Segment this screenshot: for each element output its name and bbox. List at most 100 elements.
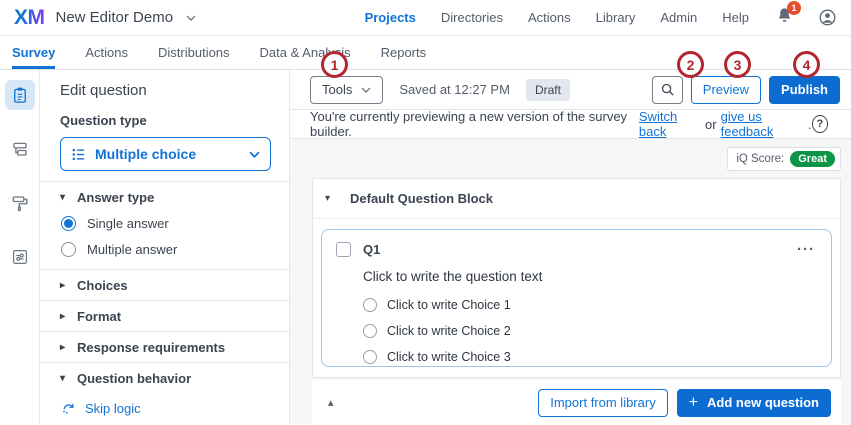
help-icon[interactable]: ? xyxy=(811,115,829,133)
preview-button[interactable]: Preview xyxy=(690,75,762,104)
multiple-answer-label: Multiple answer xyxy=(87,242,178,257)
iq-score-label: iQ Score: xyxy=(736,153,785,165)
choice-3-label: Click to write Choice 3 xyxy=(387,350,511,364)
panel-title: Edit question xyxy=(60,82,147,99)
tools-button[interactable]: Tools xyxy=(310,75,384,104)
question-menu-ellipsis-icon[interactable]: ··· xyxy=(797,242,815,257)
import-from-library-button[interactable]: Import from library xyxy=(538,388,668,417)
format-label: Format xyxy=(77,308,122,324)
skip-logic-link[interactable]: Skip logic xyxy=(61,401,271,416)
caret-down-icon: ▾ xyxy=(60,191,66,203)
question-type-dropdown[interactable]: Multiple choice xyxy=(60,137,271,171)
tab-actions[interactable]: Actions xyxy=(85,36,128,69)
question-block-card: ▾ Default Question Block Q1 ··· Click to… xyxy=(312,178,841,378)
editor-icon-rail xyxy=(0,70,40,424)
choice-row-3[interactable]: Click to write Choice 3 xyxy=(363,350,815,364)
banner-text: You're currently previewing a new versio… xyxy=(310,109,628,139)
choice-2-label: Click to write Choice 2 xyxy=(387,324,511,338)
project-chevron-down-icon[interactable] xyxy=(186,14,196,21)
survey-flow-rail-button[interactable] xyxy=(5,134,35,164)
question-choices: Click to write Choice 1 Click to write C… xyxy=(363,298,815,364)
tab-distributions[interactable]: Distributions xyxy=(158,36,230,69)
question-id: Q1 xyxy=(363,242,381,257)
answer-type-header[interactable]: ▾ Answer type xyxy=(60,189,271,205)
block-title[interactable]: Default Question Block xyxy=(350,191,493,206)
top-header: XM New Editor Demo Projects Directories … xyxy=(0,0,851,36)
chevron-down-icon xyxy=(361,86,371,93)
account-button[interactable] xyxy=(818,8,837,27)
annotation-circle-1: 1 xyxy=(321,51,348,78)
question-text-placeholder[interactable]: Click to write the question text xyxy=(363,269,815,284)
draft-status-badge: Draft xyxy=(525,78,570,101)
nav-projects[interactable]: Projects xyxy=(365,10,416,25)
give-feedback-link[interactable]: give us feedback xyxy=(721,109,808,139)
avatar-icon xyxy=(819,9,836,26)
question-behavior-header[interactable]: ▾ Question behavior xyxy=(60,370,271,386)
nav-help[interactable]: Help xyxy=(722,10,749,25)
survey-builder-rail-button[interactable] xyxy=(4,80,35,110)
answer-type-label: Answer type xyxy=(77,189,155,205)
search-icon xyxy=(661,83,674,96)
caret-right-icon: ▸ xyxy=(60,279,66,291)
block-header: ▾ Default Question Block xyxy=(313,179,840,219)
global-nav: Projects Directories Actions Library Adm… xyxy=(365,0,837,29)
plus-icon: + xyxy=(688,393,699,411)
survey-toolbar: Tools Saved at 12:27 PM Draft Preview Pu… xyxy=(290,70,851,110)
nav-actions[interactable]: Actions xyxy=(528,10,571,25)
radio-selected-icon xyxy=(61,216,76,231)
qualtrics-survey-editor: XM New Editor Demo Projects Directories … xyxy=(0,0,851,425)
chevron-down-icon xyxy=(249,151,260,158)
radio-unselected-icon xyxy=(363,350,377,364)
collapse-up-caret-icon[interactable]: ▴ xyxy=(322,396,340,409)
annotation-circle-2: 2 xyxy=(677,51,704,78)
iq-score-badge[interactable]: iQ Score: Great xyxy=(727,147,841,171)
paint-roller-icon xyxy=(12,196,27,212)
single-answer-label: Single answer xyxy=(87,216,169,231)
nav-directories[interactable]: Directories xyxy=(441,10,503,25)
response-requirements-label: Response requirements xyxy=(77,339,226,355)
question-card-q1[interactable]: Q1 ··· Click to write the question text … xyxy=(321,229,832,367)
project-title[interactable]: New Editor Demo xyxy=(56,9,174,26)
single-answer-option[interactable]: Single answer xyxy=(61,216,271,231)
tools-label: Tools xyxy=(322,82,353,97)
section-choices[interactable]: ▸ Choices xyxy=(40,269,289,300)
switch-back-link[interactable]: Switch back xyxy=(639,109,701,139)
nav-admin[interactable]: Admin xyxy=(660,10,697,25)
save-status-text: Saved at 12:27 PM xyxy=(399,82,510,97)
annotation-circle-4: 4 xyxy=(793,51,820,78)
new-editor-banner: You're currently previewing a new versio… xyxy=(290,109,851,139)
edit-question-panel: Edit question Question type Multiple cho… xyxy=(40,70,290,424)
block-collapse-caret-icon[interactable]: ▾ xyxy=(325,193,333,204)
block-footer-bar: ▴ Import from library + Add new question xyxy=(312,380,841,425)
blocks-icon xyxy=(12,142,27,156)
tab-reports[interactable]: Reports xyxy=(381,36,427,69)
choice-row-1[interactable]: Click to write Choice 1 xyxy=(363,298,815,312)
nav-library[interactable]: Library xyxy=(596,10,636,25)
section-question-behavior: ▾ Question behavior Skip logic Display l… xyxy=(40,362,289,424)
add-new-question-button[interactable]: + Add new question xyxy=(676,388,831,417)
look-and-feel-rail-button[interactable] xyxy=(5,188,35,218)
multiple-choice-list-icon xyxy=(72,148,85,160)
publish-button[interactable]: Publish xyxy=(769,75,840,104)
section-response-requirements[interactable]: ▸ Response requirements xyxy=(40,331,289,362)
skip-logic-icon xyxy=(63,403,74,414)
caret-down-icon: ▾ xyxy=(60,372,66,384)
choice-1-label: Click to write Choice 1 xyxy=(387,298,511,312)
question-type-label: Question type xyxy=(60,113,147,128)
search-button[interactable] xyxy=(651,75,683,104)
clipboard-icon xyxy=(13,87,26,103)
section-answer-type: ▾ Answer type Single answer Multiple ans… xyxy=(40,181,289,269)
multiple-answer-option[interactable]: Multiple answer xyxy=(61,242,271,257)
survey-options-rail-button[interactable] xyxy=(5,242,35,272)
notifications-button[interactable]: 1 xyxy=(776,0,801,29)
notification-badge: 1 xyxy=(787,0,801,15)
question-select-checkbox[interactable] xyxy=(336,242,351,257)
question-behavior-label: Question behavior xyxy=(77,370,192,386)
section-format[interactable]: ▸ Format xyxy=(40,300,289,331)
question-type-value: Multiple choice xyxy=(95,146,197,162)
caret-right-icon: ▸ xyxy=(60,341,66,353)
tab-survey[interactable]: Survey xyxy=(12,36,56,69)
choices-label: Choices xyxy=(77,277,128,293)
caret-right-icon: ▸ xyxy=(60,310,66,322)
choice-row-2[interactable]: Click to write Choice 2 xyxy=(363,324,815,338)
